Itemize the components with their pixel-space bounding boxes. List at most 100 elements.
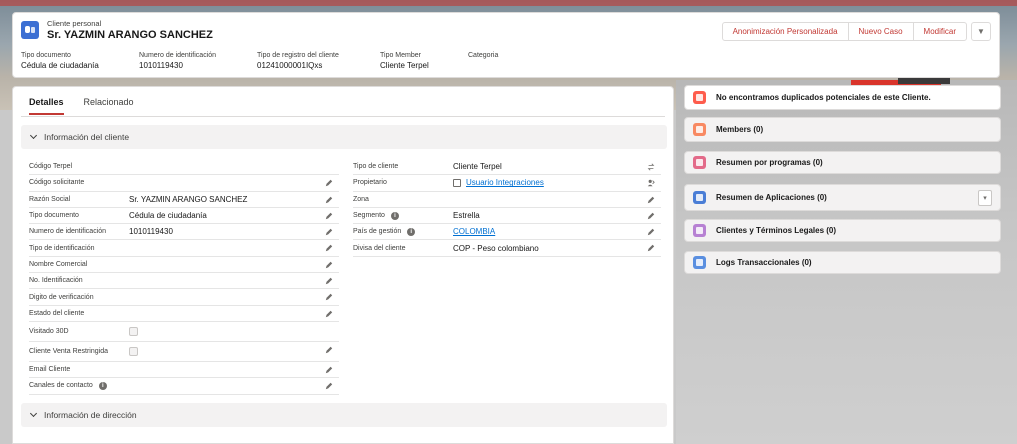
edit-pencil-icon[interactable] bbox=[325, 228, 333, 236]
field-label: Código solicitante bbox=[29, 179, 85, 187]
checkbox[interactable] bbox=[129, 326, 138, 336]
info-icon[interactable]: i bbox=[98, 381, 107, 390]
highlight-tipo-documento: Tipo documento Cédula de ciudadanía bbox=[21, 52, 99, 70]
tab-detalles[interactable]: Detalles bbox=[29, 97, 64, 115]
highlight-categoria: Categoria bbox=[468, 52, 499, 59]
field-visitado-30d: Visitado 30D bbox=[29, 322, 339, 342]
checkbox[interactable] bbox=[129, 346, 138, 356]
modify-button[interactable]: Modificar bbox=[912, 22, 967, 41]
legal-terms-icon bbox=[693, 224, 706, 237]
more-actions-dropdown[interactable]: ▼ bbox=[971, 22, 991, 41]
record-name: Sr. YAZMIN ARANGO SANCHEZ bbox=[47, 29, 213, 41]
field-label: Digito de verificación bbox=[29, 293, 94, 301]
field-canales-de-contacto: Canales de contacto i bbox=[29, 378, 339, 395]
change-owner-icon[interactable] bbox=[647, 179, 655, 187]
card-menu-dropdown[interactable]: ▾ bbox=[978, 190, 992, 206]
field-label: Zona bbox=[353, 195, 369, 203]
edit-pencil-icon[interactable] bbox=[325, 179, 333, 187]
tab-relacionado[interactable]: Relacionado bbox=[84, 97, 134, 115]
field-label: Propietario bbox=[353, 179, 387, 187]
field-label: Cliente Venta Restringida bbox=[29, 347, 108, 355]
field-no-identificacion: No. Identificación bbox=[29, 273, 339, 290]
related-card-title: Members (0) bbox=[716, 125, 764, 134]
related-card-applications[interactable]: Resumen de Aplicaciones (0) ▾ bbox=[684, 184, 1001, 211]
field-label: Divisa del cliente bbox=[353, 244, 406, 252]
record-tabs: Detalles Relacionado bbox=[29, 97, 154, 115]
field-digito-de-verificacion: Digito de verificación bbox=[29, 289, 339, 306]
section-client-info[interactable]: Información del cliente bbox=[21, 125, 667, 149]
related-card-title: Logs Transaccionales (0) bbox=[716, 258, 812, 267]
logs-icon bbox=[693, 256, 706, 269]
field-zona: Zona bbox=[353, 192, 661, 208]
members-icon bbox=[693, 123, 706, 136]
edit-pencil-icon[interactable] bbox=[647, 212, 655, 220]
field-label: Código Terpel bbox=[29, 163, 73, 171]
related-card-title: Resumen de Aplicaciones (0) bbox=[716, 193, 827, 202]
user-icon bbox=[453, 179, 461, 188]
field-label: Segmento i bbox=[353, 211, 453, 220]
field-label: Tipo de cliente bbox=[353, 163, 399, 171]
field-codigo-terpel: Código Terpel bbox=[29, 159, 339, 176]
field-pais-de-gestion: País de gestión i COLOMBIA bbox=[353, 224, 661, 241]
related-card-legal-terms[interactable]: Clientes y Términos Legales (0) bbox=[684, 219, 1001, 242]
related-card-programs[interactable]: Resumen por programas (0) bbox=[684, 151, 1001, 174]
field-label: No. Identificación bbox=[29, 277, 83, 285]
anonymization-button[interactable]: Anonimización Personalizada bbox=[721, 22, 849, 41]
field-value: Estrella bbox=[453, 211, 480, 221]
edit-pencil-icon[interactable] bbox=[325, 293, 333, 301]
highlight-numero-identificacion: Numero de identificación 1010119430 bbox=[139, 52, 217, 70]
field-value: Sr. YAZMIN ARANGO SANCHEZ bbox=[129, 194, 248, 204]
field-tipo-documento: Tipo documento Cédula de ciudadanía bbox=[29, 208, 339, 225]
change-record-type-icon[interactable] bbox=[647, 163, 655, 171]
edit-pencil-icon[interactable] bbox=[325, 310, 333, 318]
field-tipo-de-cliente: Tipo de cliente Cliente Terpel bbox=[353, 159, 661, 176]
field-tipo-de-identificacion: Tipo de identificación bbox=[29, 240, 339, 257]
related-card-title: Resumen por programas (0) bbox=[716, 158, 823, 167]
applications-icon bbox=[693, 191, 706, 204]
chevron-down-icon: ▼ bbox=[977, 27, 985, 36]
record-header: Cliente personal Sr. YAZMIN ARANGO SANCH… bbox=[12, 12, 1000, 78]
chevron-down-icon bbox=[29, 409, 38, 418]
info-icon[interactable]: i bbox=[390, 211, 399, 220]
section-address-info[interactable]: Información de dirección bbox=[21, 403, 667, 427]
field-label: País de gestión i bbox=[353, 227, 453, 236]
field-value: 1010119430 bbox=[129, 227, 173, 237]
related-card-members[interactable]: Members (0) bbox=[684, 117, 1001, 142]
info-icon[interactable]: i bbox=[407, 227, 416, 236]
edit-pencil-icon[interactable] bbox=[325, 212, 333, 220]
field-link[interactable]: COLOMBIA bbox=[453, 227, 495, 236]
new-case-button[interactable]: Nuevo Caso bbox=[847, 22, 914, 41]
related-card-duplicate[interactable]: No encontramos duplicados potenciales de… bbox=[684, 85, 1001, 110]
duplicate-icon bbox=[693, 91, 706, 104]
field-razon-social: Razón Social Sr. YAZMIN ARANGO SANCHEZ bbox=[29, 192, 339, 208]
highlight-tipo-registro: Tipo de registro del cliente 01241000001… bbox=[257, 52, 339, 70]
field-estado-del-cliente: Estado del cliente bbox=[29, 306, 339, 322]
edit-pencil-icon[interactable] bbox=[325, 346, 333, 354]
field-label: Numero de identificación bbox=[29, 228, 107, 236]
edit-pencil-icon[interactable] bbox=[325, 277, 333, 285]
field-email-cliente: Email Cliente bbox=[29, 362, 339, 379]
related-card-logs[interactable]: Logs Transaccionales (0) bbox=[684, 251, 1001, 274]
field-label: Estado del cliente bbox=[29, 309, 85, 317]
highlights-panel: Tipo documento Cédula de ciudadanía Nume… bbox=[21, 52, 548, 70]
edit-pencil-icon[interactable] bbox=[325, 366, 333, 374]
field-link[interactable]: Usuario Integraciones bbox=[453, 178, 544, 187]
field-value: Cédula de ciudadanía bbox=[129, 211, 207, 221]
edit-pencil-icon[interactable] bbox=[325, 196, 333, 204]
edit-pencil-icon[interactable] bbox=[325, 382, 333, 390]
edit-pencil-icon[interactable] bbox=[647, 244, 655, 252]
edit-pencil-icon[interactable] bbox=[647, 228, 655, 236]
edit-pencil-icon[interactable] bbox=[647, 196, 655, 204]
edit-pencil-icon[interactable] bbox=[325, 261, 333, 269]
field-label: Tipo documento bbox=[29, 212, 79, 220]
related-card-title: Clientes y Términos Legales (0) bbox=[716, 226, 837, 235]
chevron-down-icon bbox=[29, 131, 38, 140]
field-numero-de-identificacion: Numero de identificación 1010119430 bbox=[29, 224, 339, 241]
field-value: COP - Peso colombiano bbox=[453, 243, 539, 253]
field-segmento: Segmento i Estrella bbox=[353, 208, 661, 225]
field-nombre-comercial: Nombre Comercial bbox=[29, 257, 339, 274]
field-label: Nombre Comercial bbox=[29, 260, 88, 268]
person-account-icon bbox=[21, 21, 39, 39]
edit-pencil-icon[interactable] bbox=[325, 244, 333, 252]
field-propietario: Propietario Usuario Integraciones bbox=[353, 175, 661, 192]
